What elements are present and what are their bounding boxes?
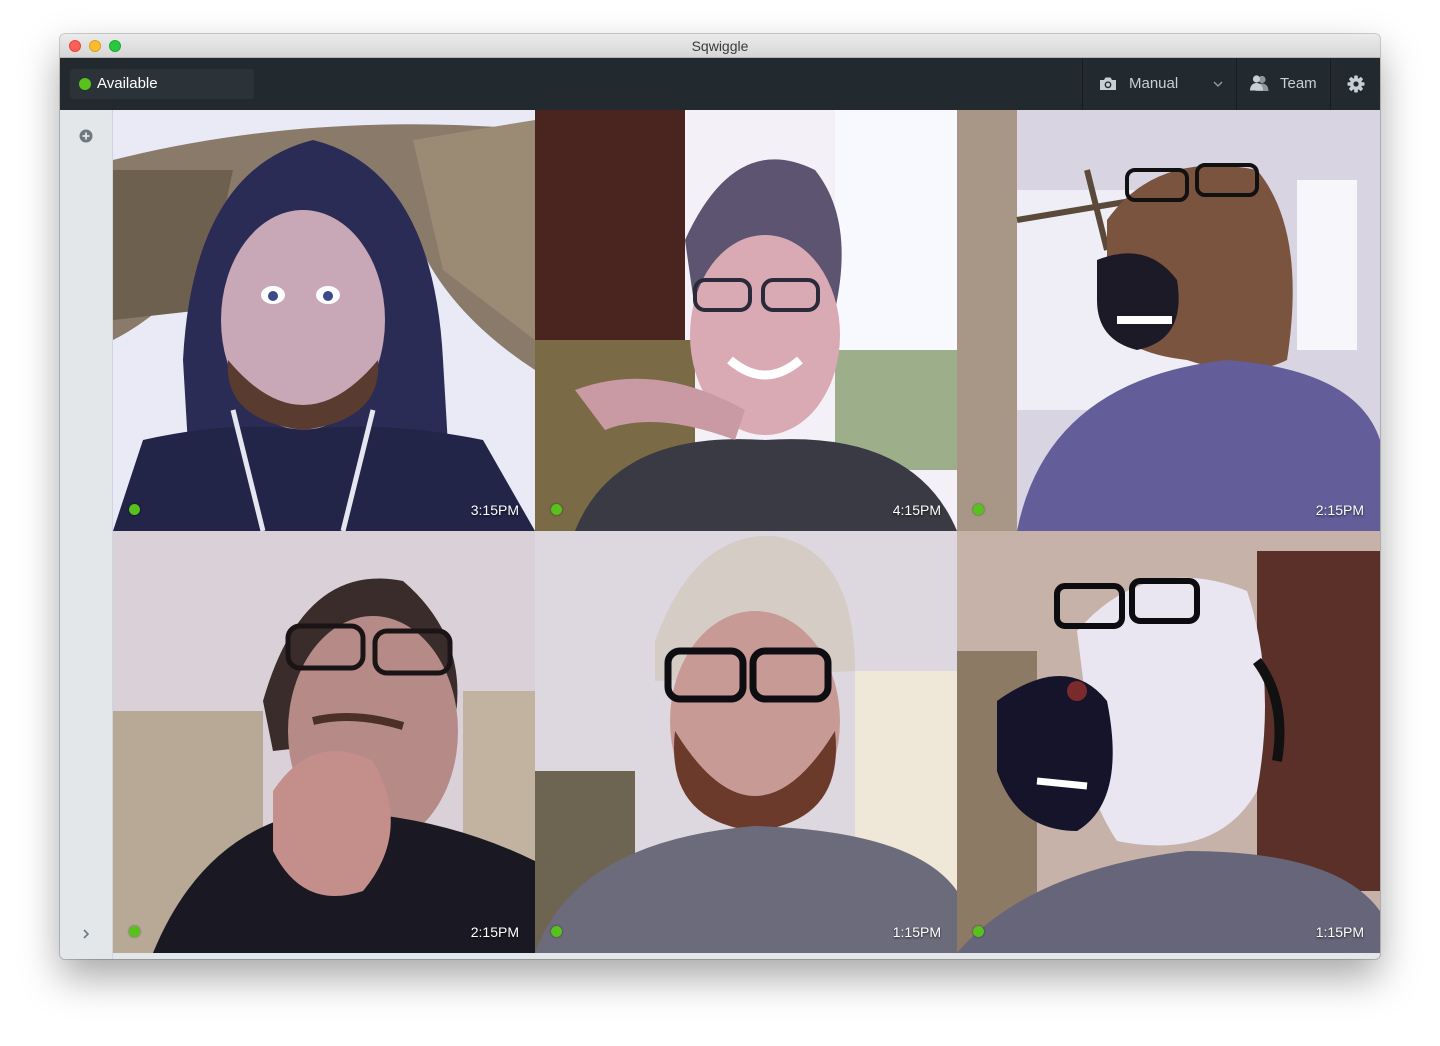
window-title: Sqwiggle: [691, 38, 749, 54]
camera-mode-dropdown[interactable]: Manual: [1082, 58, 1236, 110]
people-icon: [1250, 75, 1269, 91]
sidebar: [60, 110, 113, 959]
team-button[interactable]: Team: [1236, 58, 1330, 110]
video-tile[interactable]: 4:15PM: [535, 110, 957, 531]
video-feed-image: [535, 531, 957, 953]
status-label: Available: [97, 75, 158, 92]
toolbar: Available Manual Team: [60, 58, 1380, 110]
camera-mode-label: Manual: [1129, 75, 1179, 92]
online-status-dot: [129, 504, 140, 515]
online-status-dot: [973, 504, 984, 515]
video-feed-image: [957, 110, 1380, 531]
title-bar: Sqwiggle: [60, 34, 1380, 58]
online-status-dot: [973, 926, 984, 937]
local-time-label: 4:15PM: [892, 502, 941, 518]
video-tile[interactable]: 2:15PM: [957, 110, 1380, 531]
video-feed-image: [113, 531, 535, 953]
local-time-label: 3:15PM: [470, 502, 519, 518]
team-label: Team: [1280, 75, 1317, 92]
online-status-dot: [129, 926, 140, 937]
video-tile[interactable]: 3:15PM: [113, 110, 535, 531]
video-tile[interactable]: 2:15PM: [113, 531, 535, 953]
online-status-dot: [551, 926, 562, 937]
local-time-label: 2:15PM: [470, 924, 519, 940]
video-feed-image: [113, 110, 535, 531]
local-time-label: 2:15PM: [1315, 502, 1364, 518]
status-dot-icon: [79, 78, 91, 90]
video-grid: 3:15PM 4:15PM 2:15PM 2:15PM 1:15PM 1:15P…: [113, 110, 1380, 953]
local-time-label: 1:15PM: [892, 924, 941, 940]
status-selector[interactable]: Available: [70, 69, 254, 99]
online-status-dot: [551, 504, 562, 515]
add-circle-icon[interactable]: [79, 129, 93, 143]
settings-button[interactable]: [1330, 58, 1380, 110]
video-feed-image: [957, 531, 1380, 953]
chevron-down-icon: [1213, 81, 1223, 88]
video-feed-image: [535, 110, 957, 531]
app-window: Sqwiggle Available Manual Team 3:15PM 4:…: [60, 34, 1380, 959]
gear-icon: [1347, 75, 1365, 93]
video-tile[interactable]: 1:15PM: [957, 531, 1380, 953]
video-tile[interactable]: 1:15PM: [535, 531, 957, 953]
chevron-right-icon[interactable]: [82, 928, 90, 940]
local-time-label: 1:15PM: [1315, 924, 1364, 940]
camera-icon: [1100, 77, 1116, 90]
